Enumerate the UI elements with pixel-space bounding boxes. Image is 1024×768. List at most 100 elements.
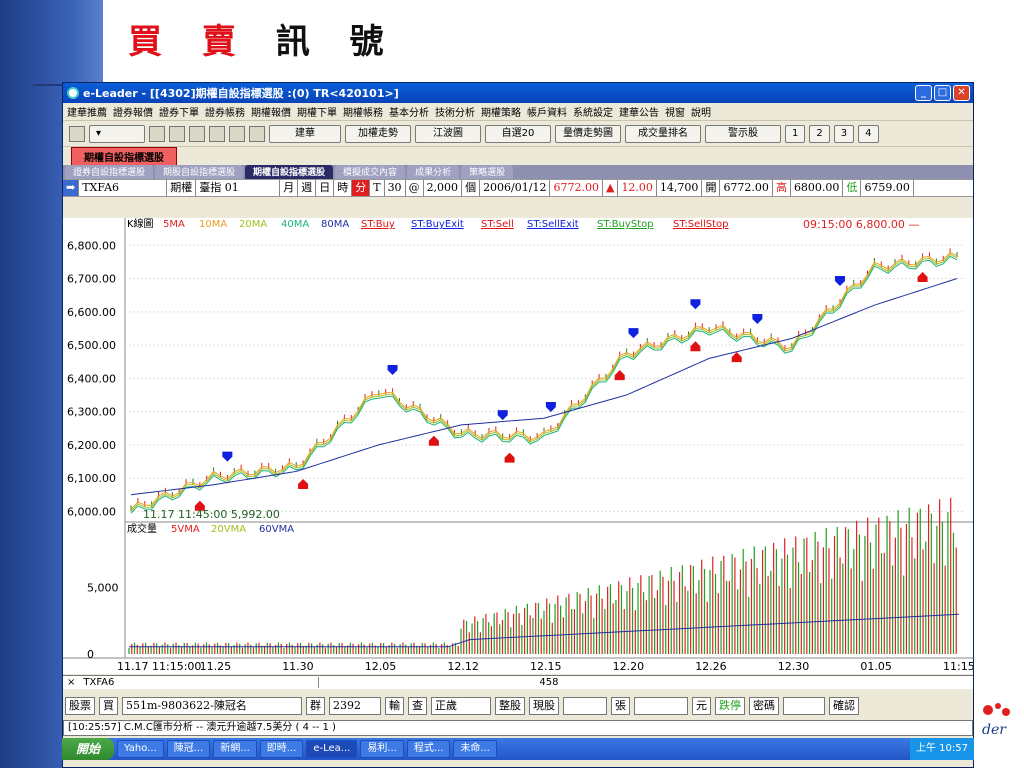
- change-arrow: ▲: [603, 180, 619, 196]
- taskbar-item[interactable]: 陳冠...: [166, 740, 211, 758]
- status-scroll-count[interactable]: 458: [539, 677, 558, 688]
- period-week[interactable]: 週: [298, 180, 317, 196]
- toolbar-button[interactable]: 警示股: [705, 124, 781, 143]
- close-small-icon[interactable]: ×: [63, 677, 79, 688]
- account-select[interactable]: 551m-9803622-陳冠名: [122, 697, 302, 715]
- order-kind-select[interactable]: 股票: [65, 697, 95, 715]
- taskbar-item[interactable]: e-Lea...: [306, 740, 358, 758]
- toolbar: ▾ 建華 加權走勢 江波圖 自選20 量價走勢圖 成交量排名 警示股 1 2 3…: [63, 121, 973, 147]
- close-button[interactable]: ✕: [953, 85, 970, 101]
- toolbar-button[interactable]: 江波圖: [415, 124, 481, 143]
- y-tick-label: 6,700.00: [67, 273, 116, 286]
- password-field[interactable]: [783, 697, 825, 715]
- menu-item[interactable]: 帳戶資料: [527, 104, 567, 119]
- order-side-select[interactable]: 買: [99, 697, 118, 715]
- menu-item[interactable]: 期權策略: [481, 104, 521, 119]
- tool-icon[interactable]: [209, 125, 225, 142]
- lower-tab-strip: 證券自設指標選股 期股自設指標選股 期權自設指標選股 模擬成交內容 成果分析 策…: [63, 165, 973, 179]
- tool-icon[interactable]: [229, 125, 245, 142]
- minimize-button[interactable]: _: [915, 85, 932, 101]
- limit-checkbox[interactable]: 跌停: [715, 697, 745, 715]
- y-tick-label: 6,300.00: [67, 406, 116, 419]
- menu-item[interactable]: 期權下單: [297, 104, 337, 119]
- menu-item[interactable]: 期權帳務: [343, 104, 383, 119]
- last-price: 6772.00: [550, 180, 603, 196]
- symbol-field[interactable]: TXFA6: [79, 180, 168, 196]
- taskbar-item[interactable]: Yaho...: [117, 740, 164, 758]
- taskbar-item[interactable]: 易利...: [360, 740, 404, 758]
- tab[interactable]: 成果分析: [407, 165, 460, 179]
- input-button[interactable]: 輸: [385, 697, 404, 715]
- price-field[interactable]: [634, 697, 688, 715]
- period-hour[interactable]: 時: [334, 180, 353, 196]
- tab[interactable]: 期權自設指標選股: [245, 165, 334, 179]
- toolbar-button[interactable]: 建華: [269, 124, 341, 143]
- toolbar-button[interactable]: 加權走勢: [345, 124, 411, 143]
- menu-item[interactable]: 技術分析: [435, 104, 475, 119]
- toolbar-button[interactable]: 量價走勢圖: [555, 124, 621, 143]
- open-label: 開: [702, 180, 721, 196]
- group-field[interactable]: 2392: [329, 697, 381, 715]
- menu-item[interactable]: 證券帳務: [205, 104, 245, 119]
- menu-item[interactable]: 基本分析: [389, 104, 429, 119]
- taskbar-item[interactable]: 新網...: [213, 740, 257, 758]
- legend-st-buyexit: ST:BuyExit: [411, 219, 464, 230]
- page-button[interactable]: 4: [858, 124, 879, 143]
- price-volume-chart: 6,800.00 6,700.00 6,600.00 6,500.00 6,400.00…: [63, 218, 973, 674]
- name-field[interactable]: 臺指 01: [196, 180, 281, 196]
- tab[interactable]: 模擬成交內容: [335, 165, 406, 179]
- tab[interactable]: 證券自設指標選股: [65, 165, 154, 179]
- dropdown-input[interactable]: ▾: [89, 124, 145, 143]
- tool-icon[interactable]: [169, 125, 185, 142]
- toolbar-button[interactable]: 自選20: [485, 124, 551, 143]
- legend-st-sellexit: ST:SellExit: [527, 219, 579, 230]
- page-button[interactable]: 3: [833, 124, 855, 143]
- status-bar: × TXFA6 458: [63, 675, 973, 689]
- trader-field[interactable]: 正歲: [431, 697, 491, 715]
- quantity-field[interactable]: [563, 697, 607, 715]
- menu-item[interactable]: 證券下單: [159, 104, 199, 119]
- period-minute[interactable]: 分: [352, 180, 371, 196]
- confirm-button[interactable]: 確認: [829, 697, 859, 715]
- window-titlebar[interactable]: e-Leader - [[4302]期權自設指標選股 :(0) TR<42010…: [63, 83, 973, 103]
- menu-item[interactable]: 視窗: [665, 104, 685, 119]
- menu-item[interactable]: 證券報價: [113, 104, 153, 119]
- tool-icon[interactable]: [249, 125, 265, 142]
- menu-item[interactable]: 系統設定: [573, 104, 613, 119]
- menu-item[interactable]: 期權報價: [251, 104, 291, 119]
- interval-field[interactable]: 30: [385, 180, 406, 196]
- date-select[interactable]: 2006/01/12: [480, 180, 551, 196]
- y-tick-label: 6,600.00: [67, 306, 116, 319]
- menu-item[interactable]: 建華推薦: [67, 104, 107, 119]
- menu-item[interactable]: 說明: [691, 104, 711, 119]
- page-button[interactable]: 2: [809, 124, 830, 143]
- taskbar-item[interactable]: 未命...: [453, 740, 497, 758]
- check-button[interactable]: 查: [408, 697, 427, 715]
- tool-icon[interactable]: [69, 125, 85, 142]
- quote-control-bar: ➡ TXFA6 期權 臺指 01 月 週 日 時 分 T 30 @ 2,000 …: [63, 179, 973, 197]
- app-logo-icon: [67, 87, 79, 99]
- period-day[interactable]: 日: [316, 180, 335, 196]
- period-month[interactable]: 月: [280, 180, 299, 196]
- volume-tick-label: 0: [87, 648, 94, 661]
- lot-select[interactable]: 整股: [495, 697, 525, 715]
- toolbar-button[interactable]: 成交量排名: [625, 124, 701, 143]
- x-tick-label: 12.30: [778, 660, 810, 673]
- maximize-button[interactable]: □: [934, 85, 951, 101]
- tool-icon[interactable]: [189, 125, 205, 142]
- low-value: 6759.00: [861, 180, 914, 196]
- menu-item[interactable]: 建華公告: [619, 104, 659, 119]
- page-button[interactable]: 1: [785, 124, 806, 143]
- go-arrow-icon[interactable]: ➡: [63, 180, 80, 196]
- taskbar-item[interactable]: 程式...: [406, 740, 451, 758]
- start-button[interactable]: 開始: [62, 738, 115, 760]
- count-field[interactable]: 2,000: [424, 180, 463, 196]
- stock-select[interactable]: 現股: [529, 697, 559, 715]
- tab[interactable]: 期股自設指標選股: [155, 165, 244, 179]
- taskbar-item[interactable]: 即時...: [259, 740, 304, 758]
- tab[interactable]: 策略選股: [461, 165, 514, 179]
- tool-icon[interactable]: [149, 125, 165, 142]
- period-tick[interactable]: T: [370, 180, 385, 196]
- tab-active[interactable]: 期權自設指標選股: [71, 147, 177, 165]
- low-label: 低: [843, 180, 862, 196]
